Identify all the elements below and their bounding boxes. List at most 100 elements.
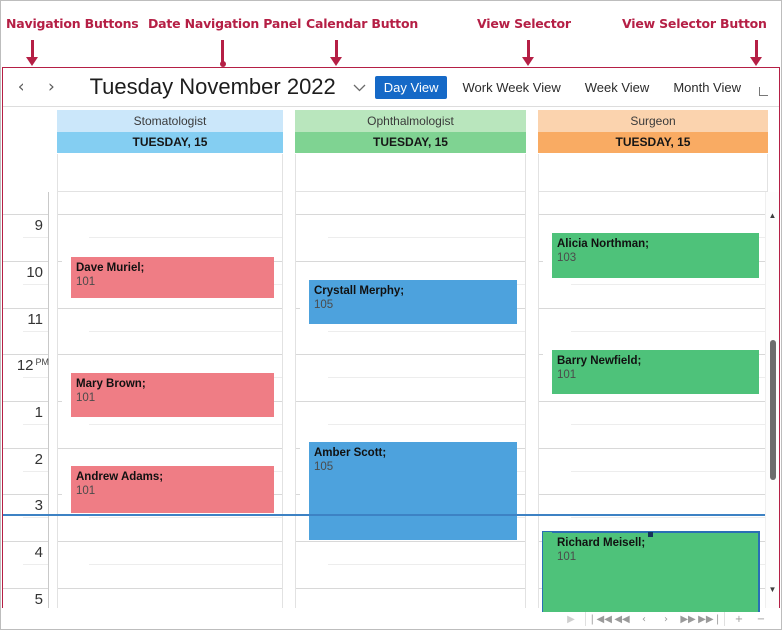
- appointment-detail: 101: [76, 392, 96, 404]
- all-day-cell-2[interactable]: [538, 154, 768, 192]
- date-header-2[interactable]: TUESDAY, 15: [538, 132, 768, 153]
- appointment[interactable]: Amber Scott; 105: [300, 442, 517, 540]
- last-page-icon[interactable]: ▶▶❘: [698, 610, 722, 628]
- view-item-week[interactable]: Week View: [576, 76, 659, 99]
- arrow-head: [522, 57, 534, 66]
- day-column-2[interactable]: Alicia Northman; 103 Barry Newfield; 101 Ric…: [538, 192, 768, 612]
- pager-separator: [724, 612, 725, 626]
- scroll-up-icon[interactable]: ▲: [766, 208, 779, 222]
- grid-half-hour-line: [328, 331, 525, 333]
- ruler-half-hour-line: [23, 424, 48, 426]
- ruler-hour-line: [3, 354, 48, 355]
- appointment-strip: [300, 442, 309, 540]
- grid-half-hour-line: [328, 564, 525, 566]
- view-selector-button[interactable]: [757, 72, 773, 102]
- scroll-down-icon[interactable]: ▼: [766, 582, 779, 596]
- annotation-label: View Selector: [477, 16, 571, 31]
- vertical-scrollbar[interactable]: ▲ ▼: [765, 192, 779, 612]
- previous-page-icon[interactable]: ‹: [633, 610, 655, 628]
- view-item-day[interactable]: Day View: [374, 75, 448, 99]
- first-page-icon[interactable]: ❘◀◀: [588, 610, 612, 628]
- ruler-half-hour-line: [23, 284, 48, 286]
- chevron-down-icon: [353, 80, 366, 95]
- arrow-head: [750, 57, 762, 66]
- ruler-half-hour-line: [23, 377, 48, 379]
- vertical-scrollbar-thumb[interactable]: [770, 340, 776, 480]
- date-header-0[interactable]: TUESDAY, 15: [57, 132, 283, 153]
- appointment-detail: 101: [557, 369, 577, 381]
- appointment-strip: [300, 280, 309, 324]
- appointment-subject: Crystall Merphy;: [314, 285, 405, 297]
- ruler-hour-line: [3, 261, 48, 262]
- resource-header-1[interactable]: Ophthalmologist: [295, 110, 526, 132]
- annotation-arrow: [330, 40, 343, 66]
- chevron-left-icon[interactable]: ‹: [9, 73, 33, 101]
- appointment[interactable]: Andrew Adams; 101: [62, 466, 274, 513]
- appointment[interactable]: Mary Brown; 101: [62, 373, 274, 417]
- hour-label-text: 12: [16, 357, 34, 374]
- arrow-shaft: [335, 40, 338, 58]
- appointment-strip: [62, 373, 71, 417]
- arrow-shaft: [527, 40, 530, 58]
- calendar-button[interactable]: [348, 74, 372, 100]
- all-day-cell-1[interactable]: [295, 154, 526, 192]
- hour-label: 9: [34, 217, 43, 234]
- chevron-right-icon[interactable]: ›: [39, 73, 63, 101]
- hour-label: 1: [34, 404, 43, 421]
- hour-label: 2: [34, 451, 43, 468]
- appointment-subject: Alicia Northman;: [557, 238, 650, 250]
- add-icon[interactable]: +: [728, 610, 750, 628]
- grid-half-hour-line: [570, 517, 767, 519]
- pager-separator: [585, 612, 586, 626]
- appointment-detail: 105: [314, 461, 334, 473]
- grid-hour-line: [539, 448, 767, 449]
- appointment[interactable]: Barry Newfield; 101: [543, 350, 759, 394]
- grid-hour-line: [58, 588, 282, 589]
- grid-hour-line: [58, 308, 282, 309]
- day-column-1[interactable]: Crystall Merphy; 105 Amber Scott; 105: [295, 192, 526, 612]
- view-item-month[interactable]: Month View: [664, 76, 750, 99]
- grid-hour-line: [296, 401, 525, 402]
- appointment-resize-handle[interactable]: [648, 532, 653, 537]
- grid-hour-line: [539, 401, 767, 402]
- appointment[interactable]: Richard Meisell; 101: [542, 531, 760, 612]
- all-day-cell-0[interactable]: [57, 154, 283, 192]
- hour-label: 3: [34, 497, 43, 514]
- grid-half-hour-line: [570, 331, 767, 333]
- appointment-subject: Amber Scott;: [314, 447, 387, 459]
- time-ruler: 9 10 11 12 PM 1 2 3 4 5: [3, 192, 50, 613]
- appointment[interactable]: Alicia Northman; 103: [543, 233, 759, 278]
- grid-half-hour-line: [570, 424, 767, 426]
- grid-hour-line: [58, 541, 282, 542]
- grid-hour-line: [539, 494, 767, 495]
- current-time-indicator: [3, 514, 765, 516]
- appointment-subject: Richard Meisell;: [557, 537, 646, 549]
- arrow-shaft: [31, 40, 34, 58]
- fast-forward-icon[interactable]: ▶▶: [677, 610, 699, 628]
- appointment[interactable]: Dave Muriel; 101: [62, 257, 274, 298]
- resource-header-2[interactable]: Surgeon: [538, 110, 768, 132]
- appointment-strip: [543, 532, 552, 612]
- remove-icon[interactable]: −: [750, 610, 772, 628]
- next-page-icon[interactable]: ›: [655, 610, 677, 628]
- hour-label-ampm: PM: [35, 357, 50, 367]
- appointment-subject: Barry Newfield;: [557, 355, 642, 367]
- date-header-1[interactable]: TUESDAY, 15: [295, 132, 526, 153]
- grid-hour-line: [296, 541, 525, 542]
- view-item-work-week[interactable]: Work Week View: [453, 76, 569, 99]
- play-icon[interactable]: ▶: [560, 610, 582, 628]
- ruler-hour-line: [3, 401, 48, 402]
- date-title: Tuesday November 2022: [89, 74, 336, 99]
- fast-rewind-icon[interactable]: ◀◀: [611, 610, 633, 628]
- annotation-label: View Selector Button: [622, 16, 767, 31]
- appointment-strip: [62, 466, 71, 513]
- day-column-0[interactable]: Dave Muriel; 101 Mary Brown; 101 Andrew Adam…: [57, 192, 283, 612]
- grid-hour-line: [539, 214, 767, 215]
- ruler-half-hour-line: [23, 517, 48, 519]
- grid-half-hour-line: [89, 517, 282, 519]
- appointment[interactable]: Crystall Merphy; 105: [300, 280, 517, 324]
- resource-header-0[interactable]: Stomatologist: [57, 110, 283, 132]
- appointment-subject: Dave Muriel;: [76, 262, 145, 274]
- grid-half-hour-line: [89, 424, 282, 426]
- ruler-hour-line: [3, 588, 48, 589]
